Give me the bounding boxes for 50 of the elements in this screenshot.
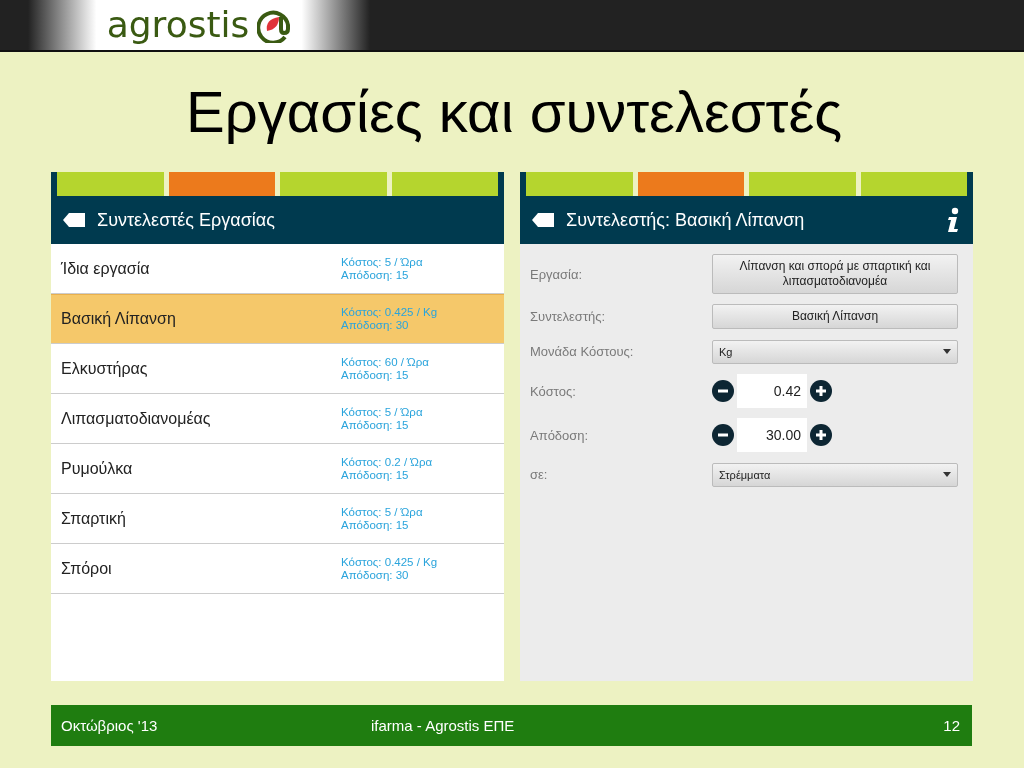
caret-icon[interactable]	[943, 472, 951, 477]
screen-title: Συντελεστής: Βασική Λίπανση	[566, 209, 806, 231]
info-icon[interactable]	[945, 207, 961, 233]
back-icon[interactable]	[532, 213, 554, 227]
yield-text: Απόδοση: 30	[341, 319, 410, 332]
field-label: σε:	[530, 467, 549, 482]
list-item[interactable]: Σπόροι Κόστος: 0.425 / Kg Απόδοση: 30	[51, 544, 504, 594]
yield-text: Απόδοση: 15	[341, 468, 410, 482]
picker-button[interactable]: Λίπανση και σπορά με σπαρτική και λιπασματοδιανομέα	[712, 254, 958, 294]
dropdown-value: Στρέμματα	[719, 468, 771, 481]
footer-text: ifarma - Agrostis ΕΠΕ	[371, 717, 516, 734]
minus-icon[interactable]	[712, 424, 734, 446]
dropdown[interactable]: Kg	[712, 339, 958, 364]
field-label: Κόστος:	[530, 383, 577, 399]
cost-text: Κόστος: 0.425 / Kg	[341, 306, 438, 319]
cost-text: Κόστος: 0.425 / Kg	[341, 555, 438, 569]
field-label: Εργασία:	[530, 266, 584, 282]
cost-text: Κόστος: 5 / Ώρα	[341, 505, 423, 519]
list-item[interactable]: Σπαρτική Κόστος: 5 / Ώρα Απόδοση: 15	[51, 494, 504, 544]
page-number: 12	[943, 717, 961, 734]
plus-icon[interactable]	[810, 380, 832, 402]
slide-title: Εργασίες και συντελεστές	[186, 80, 844, 144]
yield-text: Απόδοση: 15	[341, 418, 410, 432]
plus-icon[interactable]	[810, 424, 832, 446]
field-label: Συντελεστής:	[530, 309, 607, 324]
cost-text: Κόστος: 60 / Ώρα	[341, 355, 429, 369]
number-field[interactable]: 0.42	[737, 374, 807, 408]
picker-button[interactable]: Βασική Λίπανση	[712, 304, 958, 329]
cost-text: Κόστος: 5 / Ώρα	[341, 255, 423, 269]
minus-icon[interactable]	[712, 380, 734, 402]
cost-text: Κόστος: 5 / Ώρα	[341, 405, 423, 419]
screen-title: Συντελεστές Εργασίας	[97, 209, 276, 231]
number-field[interactable]: 30.00	[737, 418, 807, 452]
yield-text: Απόδοση: 30	[341, 568, 410, 582]
list-item[interactable]: Ρυμούλκα Κόστος: 0.2 / Ώρα Απόδοση: 15	[51, 444, 504, 494]
list-item[interactable]: Ελκυστήρας Κόστος: 60 / Ώρα Απόδοση: 15	[51, 344, 504, 394]
cost-text: Κόστος: 0.2 / Ώρα	[341, 455, 433, 469]
caret-icon[interactable]	[943, 349, 951, 354]
footer-date: Οκτώβριος '13	[60, 717, 159, 734]
yield-text: Απόδοση: 15	[341, 268, 410, 282]
field-label: Απόδοση:	[530, 427, 590, 443]
dropdown[interactable]: Στρέμματα	[712, 462, 958, 487]
back-icon[interactable]	[63, 213, 85, 227]
yield-text: Απόδοση: 15	[341, 368, 410, 382]
yield-text: Απόδοση: 15	[341, 518, 410, 532]
list-item[interactable]: Λιπασματοδιανομέας Κόστος: 5 / Ώρα Απόδοση: 15	[51, 394, 504, 444]
logo-text: agrostis	[106, 7, 250, 43]
field-label: Μονάδα Κόστους:	[530, 344, 635, 359]
dropdown-value: Kg	[719, 345, 733, 358]
list-item[interactable]: Βασική Λίπανση Κόστος: 0.425 / Kg Απόδοση: 30	[51, 294, 504, 344]
